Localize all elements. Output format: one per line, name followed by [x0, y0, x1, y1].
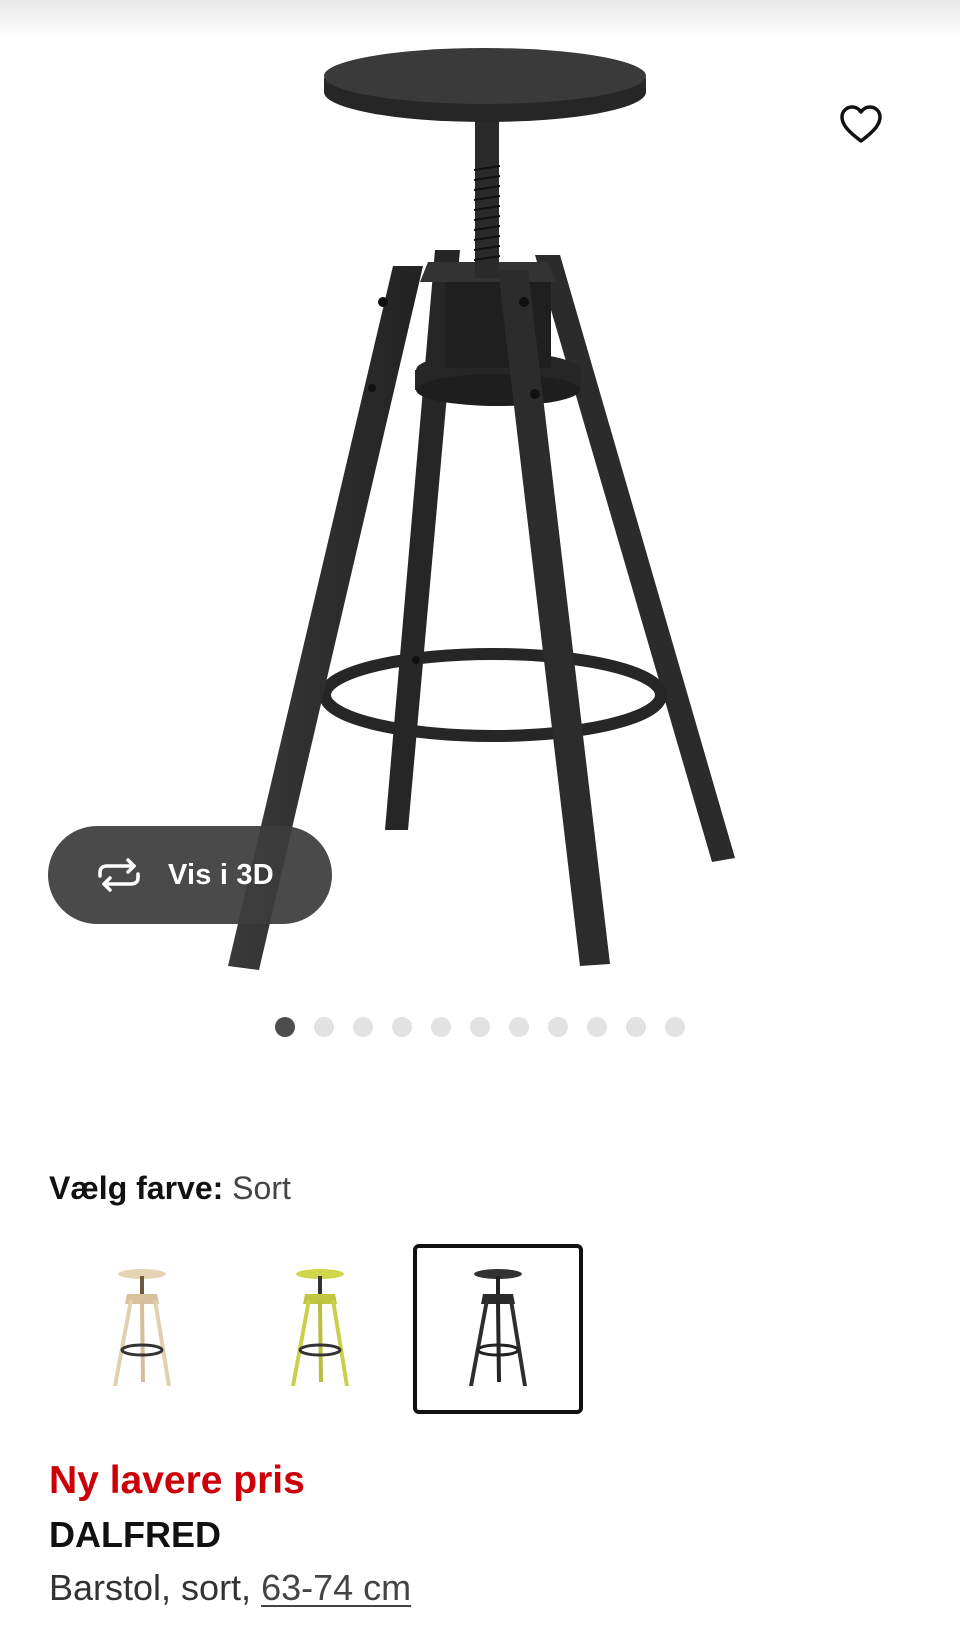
product-description-text: Barstol, sort,: [49, 1567, 262, 1608]
color-picker-label: Vælg farve: Sort: [49, 1168, 291, 1208]
carousel-indicator: [275, 1017, 704, 1037]
swatch-birch[interactable]: [57, 1244, 227, 1414]
carousel-dot[interactable]: [275, 1017, 295, 1037]
color-picker-title: Vælg farve:: [49, 1170, 224, 1206]
carousel-dot[interactable]: [470, 1017, 490, 1037]
carousel-dot[interactable]: [353, 1017, 373, 1037]
swatch-black[interactable]: [413, 1244, 583, 1414]
birch-stool-thumbnail: [113, 1269, 171, 1386]
product-name: DALFRED: [49, 1514, 221, 1555]
carousel-dot[interactable]: [587, 1017, 607, 1037]
carousel-dot[interactable]: [548, 1017, 568, 1037]
carousel-dot[interactable]: [431, 1017, 451, 1037]
swatch-yellow[interactable]: [235, 1244, 405, 1414]
color-swatches: [57, 1244, 591, 1414]
rotate-3d-icon: [92, 855, 146, 895]
carousel-dot[interactable]: [626, 1017, 646, 1037]
view-in-3d-label: Vis i 3D: [168, 858, 274, 891]
size-link[interactable]: 63-74 cm: [261, 1567, 411, 1608]
selected-color: Sort: [232, 1170, 291, 1206]
carousel-dot[interactable]: [314, 1017, 334, 1037]
carousel-dot[interactable]: [509, 1017, 529, 1037]
promo-label: Ny lavere pris: [49, 1459, 305, 1502]
carousel-dot[interactable]: [665, 1017, 685, 1037]
yellow-stool-thumbnail: [291, 1269, 349, 1386]
view-in-3d-button[interactable]: Vis i 3D: [48, 826, 332, 924]
heart-outline-icon: [840, 105, 882, 143]
product-description: Barstol, sort, 63-74 cm: [49, 1565, 411, 1611]
carousel-dot[interactable]: [392, 1017, 412, 1037]
black-stool-thumbnail: [469, 1269, 527, 1386]
favorite-button[interactable]: [836, 100, 886, 150]
